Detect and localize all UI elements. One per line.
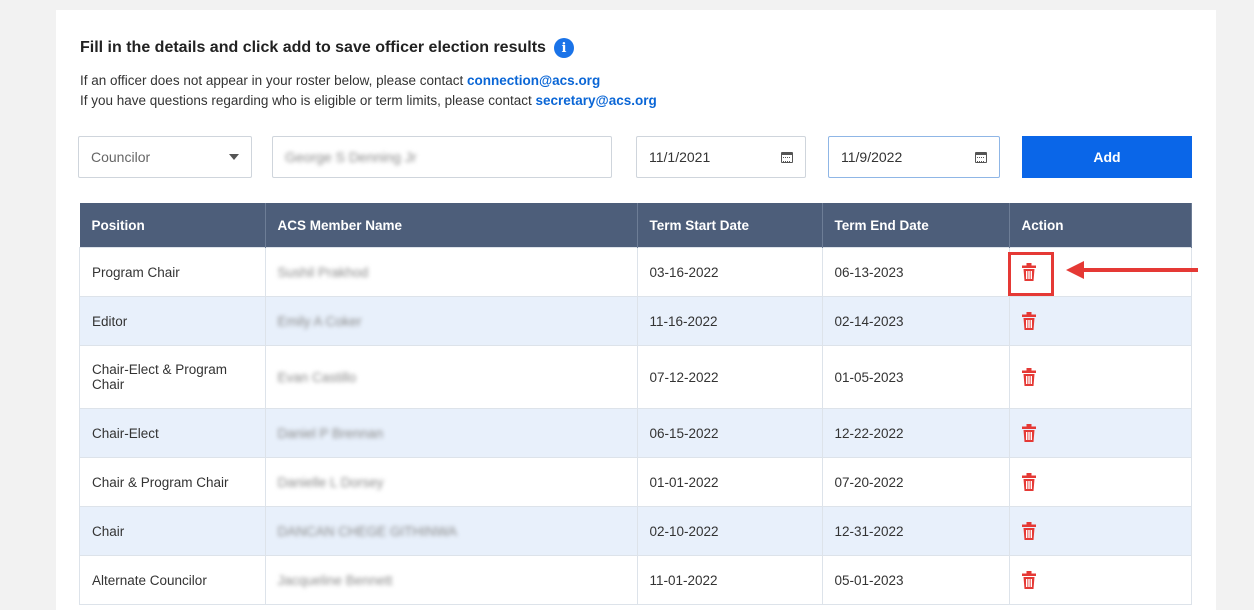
chevron-down-icon (229, 154, 239, 160)
trash-icon[interactable] (1021, 522, 1036, 540)
term-end-cell: 02-14-2023 (821, 296, 1010, 346)
member-name: Jacqueline Bennett (277, 572, 393, 588)
trash-icon[interactable] (1021, 473, 1036, 491)
table-row: Alternate Councilor Jacqueline Bennett 1… (79, 555, 1192, 605)
info-icon[interactable]: i (553, 38, 574, 58)
term-end-cell: 12-31-2022 (821, 506, 1010, 556)
term-start-cell: 07-12-2022 (636, 345, 823, 409)
table-row: Chair & Program Chair Danielle L Dorsey … (79, 457, 1192, 507)
term-start-cell: 11-16-2022 (636, 296, 823, 346)
position-cell: Chair-Elect (79, 408, 266, 458)
page-title: Fill in the details and click add to sav… (80, 39, 546, 56)
secretary-email-link[interactable]: secretary@acs.org (535, 93, 656, 108)
member-name: DANCAN CHEGE GITHINWA (277, 523, 458, 539)
action-cell (1008, 345, 1192, 409)
column-header-action: Action (1009, 203, 1192, 248)
term-end-cell: 12-22-2022 (821, 408, 1010, 458)
connection-email-link[interactable]: connection@acs.org (467, 73, 600, 88)
calendar-icon[interactable] (975, 151, 987, 163)
trash-icon[interactable] (1021, 424, 1036, 442)
action-cell (1008, 555, 1192, 605)
term-end-cell: 06-13-2023 (821, 247, 1010, 297)
term-start-value: 11/1/2021 (649, 149, 711, 165)
column-header-position: Position (79, 203, 266, 248)
eligibility-help-prefix: If you have questions regarding who is e… (80, 93, 536, 108)
column-header-member-name: ACS Member Name (265, 203, 638, 248)
member-name-cell: DANCAN CHEGE GITHINWA (264, 506, 638, 556)
add-button[interactable]: Add (1022, 136, 1192, 178)
delete-highlight-box (1008, 252, 1054, 296)
table-row: Editor Emily A Coker 11-16-2022 02-14-20… (79, 296, 1192, 346)
roster-help-text: If an officer does not appear in your ro… (80, 73, 600, 88)
term-start-input[interactable]: 11/1/2021 (636, 136, 806, 178)
member-name-cell: Evan Castillo (264, 345, 638, 409)
term-end-cell: 01-05-2023 (821, 345, 1010, 409)
member-name-input[interactable]: George S Denning Jr (272, 136, 612, 178)
roster-help-prefix: If an officer does not appear in your ro… (80, 73, 467, 88)
member-name: Evan Castillo (277, 369, 357, 385)
calendar-icon[interactable] (781, 151, 793, 163)
member-name-cell: Emily A Coker (264, 296, 638, 346)
table-row: Chair DANCAN CHEGE GITHINWA 02-10-2022 1… (79, 506, 1192, 556)
action-cell (1008, 408, 1192, 458)
page-heading: Fill in the details and click add to sav… (80, 38, 574, 58)
member-name: Emily A Coker (277, 313, 362, 329)
table-row: Chair-Elect Daniel P Brennan 06-15-2022 … (79, 408, 1192, 458)
term-end-input[interactable]: 11/9/2022 (828, 136, 1000, 178)
member-name-value: George S Denning Jr (285, 149, 417, 165)
position-cell: Chair (79, 506, 266, 556)
member-name-cell: Danielle L Dorsey (264, 457, 638, 507)
trash-icon[interactable] (1021, 312, 1036, 330)
member-name-cell: Daniel P Brennan (264, 408, 638, 458)
member-name: Daniel P Brennan (277, 425, 384, 441)
column-header-term-end: Term End Date (822, 203, 1010, 248)
term-end-value: 11/9/2022 (841, 149, 903, 165)
table-row: Chair-Elect & Program Chair Evan Castill… (79, 345, 1192, 409)
position-select[interactable]: Councilor (78, 136, 252, 178)
term-start-cell: 06-15-2022 (636, 408, 823, 458)
member-name: Sushil Prakhod (277, 264, 369, 280)
member-name: Danielle L Dorsey (277, 474, 384, 490)
eligibility-help-text: If you have questions regarding who is e… (80, 93, 657, 108)
member-name-cell: Sushil Prakhod (264, 247, 638, 297)
term-start-cell: 01-01-2022 (636, 457, 823, 507)
position-cell: Chair & Program Chair (79, 457, 266, 507)
term-start-cell: 03-16-2022 (636, 247, 823, 297)
member-name-cell: Jacqueline Bennett (264, 555, 638, 605)
action-cell (1008, 296, 1192, 346)
position-cell: Editor (79, 296, 266, 346)
term-start-cell: 02-10-2022 (636, 506, 823, 556)
position-cell: Chair-Elect & Program Chair (79, 345, 266, 409)
position-cell: Program Chair (79, 247, 266, 297)
term-end-cell: 07-20-2022 (821, 457, 1010, 507)
term-start-cell: 11-01-2022 (636, 555, 823, 605)
trash-icon[interactable] (1021, 368, 1036, 386)
action-cell (1008, 457, 1192, 507)
term-end-cell: 05-01-2023 (821, 555, 1010, 605)
trash-icon[interactable] (1021, 571, 1036, 589)
action-cell (1008, 506, 1192, 556)
table-header-row: Position ACS Member Name Term Start Date… (79, 203, 1192, 248)
annotation-arrow-icon (1066, 261, 1198, 279)
position-cell: Alternate Councilor (79, 555, 266, 605)
position-select-value: Councilor (91, 149, 151, 165)
column-header-term-start: Term Start Date (637, 203, 823, 248)
